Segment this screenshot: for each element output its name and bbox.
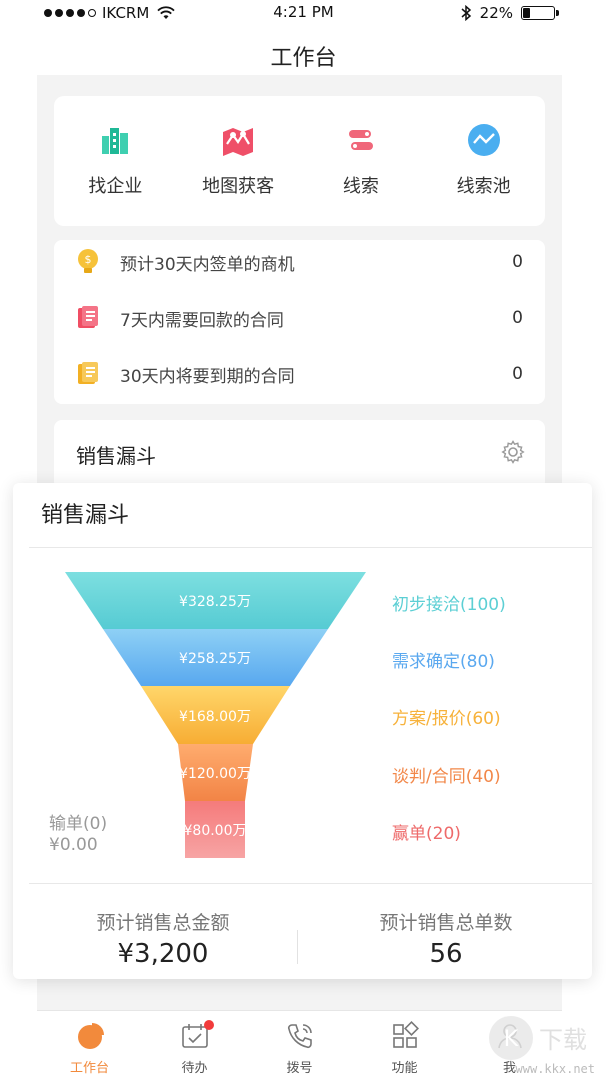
tab-dial[interactable]: 拨号 <box>247 1011 352 1080</box>
tab-workbench[interactable]: 工作台 <box>37 1011 142 1080</box>
phone-icon <box>287 1024 312 1049</box>
lightbulb-icon: $ <box>78 249 98 273</box>
summary-label: 预计销售总单数 <box>379 912 513 934</box>
stat-label: 30天内将要到期的合同 <box>120 366 295 387</box>
stat-row-payment-contracts[interactable]: 7天内需要回款的合同 0 <box>54 290 545 346</box>
funnel-amount: ¥80.00万 <box>184 823 247 839</box>
grid-icon <box>392 1021 419 1048</box>
summary-value: 56 <box>429 939 463 969</box>
funnel-amount: ¥168.00万 <box>179 709 251 725</box>
tab-todo[interactable]: 待办 <box>142 1011 247 1080</box>
watermark-text: www.kkx.net <box>515 1062 595 1076</box>
route-icon <box>343 122 379 158</box>
funnel-stage-label[interactable]: 初步接洽(100) <box>392 590 506 615</box>
tab-label: 工作台 <box>69 1061 109 1076</box>
tab-label: 功能 <box>391 1061 418 1076</box>
funnel-amount: ¥120.00万 <box>179 766 251 782</box>
quick-entry-map-leads[interactable]: 地图获客 <box>177 96 300 226</box>
map-icon <box>220 122 256 158</box>
funnel-section-title: 销售漏斗 <box>76 444 156 468</box>
quick-entry-leads[interactable]: 线索 <box>300 96 423 226</box>
svg-text:下载: 下载 <box>539 1026 587 1054</box>
trend-icon <box>466 122 502 158</box>
notification-badge <box>204 1020 214 1030</box>
tab-label: 待办 <box>181 1061 208 1076</box>
summary-value: ¥3,200 <box>117 939 209 969</box>
tab-label: 拨号 <box>286 1061 313 1076</box>
battery-icon <box>521 6 559 20</box>
divider <box>29 883 592 884</box>
quick-entry-find-company[interactable]: 找企业 <box>54 96 177 226</box>
bluetooth-icon <box>461 5 471 21</box>
quick-entry-label: 线索池 <box>456 176 511 197</box>
funnel-amount: ¥258.25万 <box>179 651 251 667</box>
pie-chart-icon <box>77 1023 104 1049</box>
gear-icon[interactable] <box>501 440 525 464</box>
summary-label: 预计销售总金额 <box>96 912 230 934</box>
quick-entry-label: 地图获客 <box>202 176 275 197</box>
stat-row-expiring-contracts[interactable]: 30天内将要到期的合同 0 <box>54 346 545 402</box>
lost-deals-amount: ¥0.00 <box>49 835 98 855</box>
quick-entry-label: 找企业 <box>88 176 143 197</box>
funnel-stage-label[interactable]: 赢单(20) <box>392 819 461 844</box>
stat-value: 0 <box>512 364 523 384</box>
status-bar: IKCRM 4:21 PM 22% <box>0 0 607 26</box>
summary-total-amount: 预计销售总金额 ¥3,200 <box>33 908 293 969</box>
funnel-stage-label[interactable]: 方案/报价(60) <box>392 704 501 729</box>
stat-value: 0 <box>512 252 523 272</box>
page-title: 工作台 <box>270 46 337 71</box>
stats-card: $ 预计30天内签单的商机 0 7天内需要回款的合同 0 30天内将要到期的合同… <box>54 240 545 404</box>
funnel-stage-label[interactable]: 谈判/合同(40) <box>392 762 501 787</box>
funnel-stage-label[interactable]: 需求确定(80) <box>392 647 495 672</box>
tab-functions[interactable]: 功能 <box>352 1011 457 1080</box>
stat-label: 预计30天内签单的商机 <box>120 254 295 275</box>
receipt-icon <box>78 306 98 328</box>
quick-entry-card: 找企业 地图获客 线索 线索池 <box>54 96 545 226</box>
building-icon <box>97 122 133 158</box>
quick-entry-label: 线索 <box>342 176 379 197</box>
stat-value: 0 <box>512 308 523 328</box>
receipt-icon <box>78 362 98 384</box>
svg-text:K: K <box>504 1027 519 1052</box>
funnel-amount: ¥328.25万 <box>179 594 251 610</box>
status-right: 22% <box>460 4 559 22</box>
quick-entry-lead-pool[interactable]: 线索池 <box>422 96 545 226</box>
summary-total-count: 预计销售总单数 56 <box>316 908 576 969</box>
stat-label: 7天内需要回款的合同 <box>120 310 284 331</box>
stat-row-opportunities[interactable]: $ 预计30天内签单的商机 0 <box>54 234 545 290</box>
svg-text:$: $ <box>85 253 92 266</box>
sales-funnel-popup: 销售漏斗 ¥328.25万 ¥258.25万 ¥168.00万 ¥120.00万… <box>13 483 592 979</box>
funnel-section-card: 销售漏斗 <box>54 420 545 490</box>
summary-separator <box>297 930 298 964</box>
battery-percent: 22% <box>479 4 513 22</box>
lost-deals-label: 输单(0) <box>49 814 108 834</box>
